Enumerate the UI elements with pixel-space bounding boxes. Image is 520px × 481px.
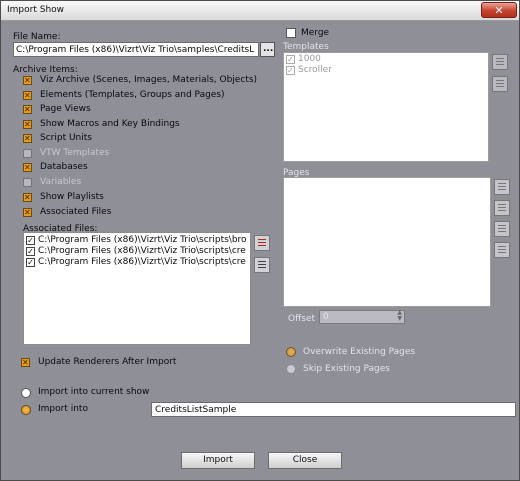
offset-value: 0 xyxy=(323,312,329,322)
checkbox-vtw-templates[interactable] xyxy=(23,149,32,158)
checkbox-elements[interactable] xyxy=(23,90,32,101)
vtw-templates-label: VTW Templates xyxy=(40,148,110,158)
show-macros-label: Show Macros and Key Bindings xyxy=(40,119,180,129)
uncheck-all-files-button[interactable] xyxy=(254,257,270,273)
script-units-label: Script Units xyxy=(40,133,92,143)
checkbox-page-views[interactable] xyxy=(23,104,32,115)
close-icon: ✕ xyxy=(494,4,504,17)
template-checked-icon[interactable]: ✓ xyxy=(286,55,295,64)
checkbox-update-renderers[interactable] xyxy=(21,357,30,368)
template-checked-icon[interactable]: ✓ xyxy=(286,66,295,75)
templates-check-all-button[interactable] xyxy=(492,54,508,70)
template-item[interactable]: ✓ Scroller xyxy=(286,65,332,76)
check-all-icon xyxy=(498,183,506,191)
template-item[interactable]: ✓ 1000 xyxy=(286,54,321,65)
uncheck-all-icon xyxy=(496,80,504,88)
checkbox-show-macros[interactable] xyxy=(23,119,32,130)
window-title: Import Show xyxy=(7,5,65,15)
uncheck-all-icon xyxy=(258,261,266,269)
spinner-arrows-icon[interactable]: ▲ ▼ xyxy=(397,310,402,322)
checkbox-script-units[interactable] xyxy=(23,133,32,144)
file-checked-icon[interactable]: ✓ xyxy=(26,236,35,245)
templates-label: Templates xyxy=(283,42,329,52)
title-bar: Import Show ✕ xyxy=(1,1,519,21)
databases-label: Databases xyxy=(40,162,88,172)
checkbox-variables[interactable] xyxy=(23,178,32,187)
import-show-dialog: Import Show ✕ File Name: C:\Program File… xyxy=(0,0,520,481)
radio-import-into[interactable] xyxy=(21,405,31,415)
checkbox-viz-archive[interactable] xyxy=(23,75,32,86)
offset-label: Offset xyxy=(288,314,316,324)
file-checked-icon[interactable]: ✓ xyxy=(26,258,35,267)
offset-spinner[interactable]: 0 ▲ ▼ xyxy=(319,310,405,324)
pages-select-button[interactable] xyxy=(494,221,510,237)
import-current-show-label: Import into current show xyxy=(38,387,150,397)
page-views-label: Page Views xyxy=(40,104,91,114)
associated-file-item[interactable]: ✓ C:\Program Files (x86)\Vizrt\Viz Trio\s… xyxy=(26,246,246,257)
checkbox-show-playlists[interactable] xyxy=(23,192,32,203)
browse-button[interactable]: ... xyxy=(260,42,275,57)
update-renderers-label: Update Renderers After Import xyxy=(38,357,177,367)
archive-items-label: Archive Items: xyxy=(13,65,78,75)
file-name-label: File Name: xyxy=(13,32,61,42)
import-button[interactable]: Import xyxy=(181,452,255,469)
associated-files-list[interactable]: ✓ C:\Program Files (x86)\Vizrt\Viz Trio\s… xyxy=(23,232,251,345)
templates-list[interactable]: ✓ 1000 ✓ Scroller xyxy=(283,52,489,162)
close-window-button[interactable]: ✕ xyxy=(481,2,517,18)
close-button[interactable]: Close xyxy=(268,452,342,469)
variables-label: Variables xyxy=(40,177,82,187)
file-name-value: C:\Program Files (x86)\Vizrt\Viz Trio\sa… xyxy=(16,45,255,55)
merge-label: Merge xyxy=(301,28,330,38)
radio-skip-pages[interactable] xyxy=(286,364,296,374)
pages-deselect-button[interactable] xyxy=(494,242,510,258)
elements-label: Elements (Templates, Groups and Pages) xyxy=(40,90,225,100)
associated-file-item[interactable]: ✓ C:\Program Files (x86)\Vizrt\Viz Trio\s… xyxy=(26,257,246,268)
templates-uncheck-all-button[interactable] xyxy=(492,76,508,92)
pages-check-all-button[interactable] xyxy=(494,179,510,195)
import-into-input[interactable]: CreditsListSample xyxy=(151,402,516,417)
import-into-label: Import into xyxy=(38,404,88,414)
viz-archive-label: Viz Archive (Scenes, Images, Materials, … xyxy=(40,75,258,85)
associated-files-checkbox-label: Associated Files xyxy=(40,207,112,217)
associated-file-item[interactable]: ✓ C:\Program Files (x86)\Vizrt\Viz Trio\s… xyxy=(26,235,247,246)
overwrite-pages-label: Overwrite Existing Pages xyxy=(303,347,416,357)
checkbox-merge[interactable] xyxy=(286,28,296,38)
deselect-pages-icon xyxy=(498,246,506,254)
check-all-icon xyxy=(496,58,504,66)
show-playlists-label: Show Playlists xyxy=(40,192,104,202)
radio-import-current-show[interactable] xyxy=(21,388,31,398)
pages-uncheck-all-button[interactable] xyxy=(494,200,510,216)
check-all-files-button[interactable] xyxy=(254,235,270,251)
uncheck-all-icon xyxy=(498,204,506,212)
file-checked-icon[interactable]: ✓ xyxy=(26,247,35,256)
radio-overwrite-pages[interactable] xyxy=(286,347,296,357)
browse-icon: ... xyxy=(263,44,274,54)
pages-list[interactable] xyxy=(283,177,491,307)
checkbox-associated-files[interactable] xyxy=(23,207,32,218)
check-all-icon xyxy=(258,239,266,247)
file-name-input[interactable]: C:\Program Files (x86)\Vizrt\Viz Trio\sa… xyxy=(13,42,259,57)
import-into-value: CreditsListSample xyxy=(155,405,237,415)
checkbox-databases[interactable] xyxy=(23,162,32,173)
select-pages-icon xyxy=(498,225,506,233)
skip-pages-label: Skip Existing Pages xyxy=(303,364,390,374)
